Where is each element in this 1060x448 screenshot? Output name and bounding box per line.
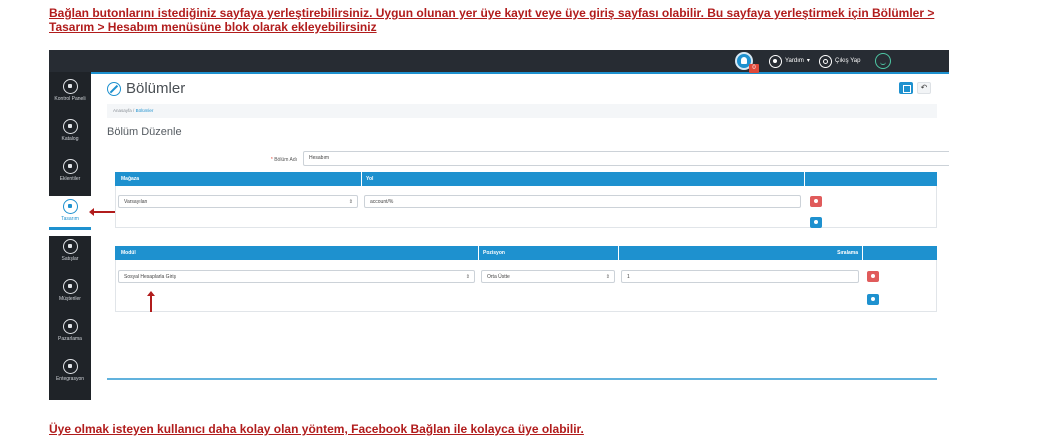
puzzle-icon [62,159,78,174]
position-select[interactable]: Orta Üstte ⇕ [481,270,615,283]
logout-link[interactable]: Çıkış Yap [819,54,860,68]
sidebar-item-label: Katalog [61,136,79,142]
module-select[interactable]: Sosyal Hesaplarla Giriş ⇕ [118,270,475,283]
remove-module-button[interactable] [867,271,879,282]
ban-icon [107,81,121,96]
column-header-sort: Sıralama [618,246,862,260]
dashboard-icon [62,79,78,94]
breadcrumb-home[interactable]: Anasayfa [113,108,132,113]
select-caret-icon: ⇕ [348,199,353,205]
column-header-module: Modül [115,246,478,260]
sidebar-item-marketing[interactable]: Pazarlama [49,316,91,356]
monitor-icon [62,199,78,214]
sidebar-item-label: Satışlar [61,256,79,262]
sidebar-item-integration[interactable]: Entegrasyon [49,356,91,396]
avatar[interactable] [875,53,891,69]
sidebar-item-dashboard[interactable]: Kontrol Paneli [49,76,91,116]
sort-order-input[interactable]: 1 [621,270,859,283]
sidebar-active-underline [49,227,91,230]
column-header-module-action [862,246,937,260]
breadcrumb-separator: / [133,108,135,113]
layout-name-label-text: Bölüm Adı [274,157,297,163]
sidebar-item-label: Pazarlama [58,336,82,342]
chevron-down-icon: ▾ [806,58,810,64]
back-button[interactable]: ↶ [917,82,931,94]
module-select-value: Sosyal Hesaplarla Giriş [124,274,176,280]
add-route-button[interactable] [810,217,822,228]
annotation-arrow-left-icon [89,208,115,216]
tag-icon [62,119,78,134]
column-header-action [804,172,937,186]
add-module-button[interactable] [867,294,879,305]
power-icon [819,54,832,68]
panel-bottom-border [107,378,937,380]
sidebar-item-customers[interactable]: Müşteriler [49,276,91,316]
logout-label: Çıkış Yap [835,58,861,64]
section-title: Bölüm Düzenle [107,126,182,138]
layout-name-input[interactable]: Hesabım [303,151,949,166]
page-title: Bölümler [107,80,185,97]
breadcrumb: Anasayfa / Bölümler [107,104,937,118]
page: Bağlan butonlarını istediğiniz sayfaya y… [0,0,1060,448]
remove-route-button[interactable] [810,196,822,207]
user-icon [62,279,78,294]
column-header-position: Pozisyon [478,246,618,260]
sidebar-item-label: Entegrasyon [55,376,85,382]
layout-name-label: * Bölüm Adı [207,153,297,167]
column-header-route: Yol [361,172,804,186]
download-icon [62,359,78,374]
position-select-value: Orta Üstte [487,274,510,280]
column-header-store: Mağaza [115,172,361,186]
sidebar-item-label: Kontrol Paneli [54,96,86,102]
dollar-icon [62,239,78,254]
sidebar: Kontrol Paneli Katalog Eklentiler Tasarı… [49,72,91,400]
store-select[interactable]: Varsayılan ⇕ [118,195,358,208]
select-caret-icon: ⇕ [605,274,610,280]
required-mark: * [270,157,273,163]
help-menu[interactable]: Yardım ▾ [769,54,810,68]
sidebar-item-label: Müşteriler [59,296,81,302]
sidebar-item-catalog[interactable]: Katalog [49,116,91,156]
instruction-note-bottom: Üye olmak isteyen kullanıcı daha kolay o… [49,422,584,436]
admin-screenshot: 0 Yardım ▾ Çıkış Yap Kontrol Paneli Kata… [49,50,949,400]
main-content: Bölümler ↶ Anasayfa / Bölümler Bölüm Düz… [97,74,949,400]
instruction-note-top: Bağlan butonlarını istediğiniz sayfaya y… [49,6,935,34]
select-caret-icon: ⇕ [465,274,470,280]
help-label: Yardım [785,58,804,64]
help-icon [769,54,782,68]
page-title-text: Bölümler [126,80,186,97]
star-icon [62,319,78,334]
sidebar-item-extensions[interactable]: Eklentiler [49,156,91,196]
save-button[interactable] [899,82,913,94]
route-input[interactable]: account/% [364,195,801,208]
notification-count-badge: 0 [749,64,759,73]
sidebar-item-design[interactable]: Tasarım [49,196,91,236]
top-bar [49,50,949,72]
store-select-value: Varsayılan [124,199,148,205]
sidebar-item-sales[interactable]: Satışlar [49,236,91,276]
sidebar-item-label: Eklentiler [59,176,81,182]
annotation-arrow-up-icon [147,291,155,312]
breadcrumb-current[interactable]: Bölümler [136,108,154,113]
sidebar-item-label: Tasarım [61,216,79,222]
